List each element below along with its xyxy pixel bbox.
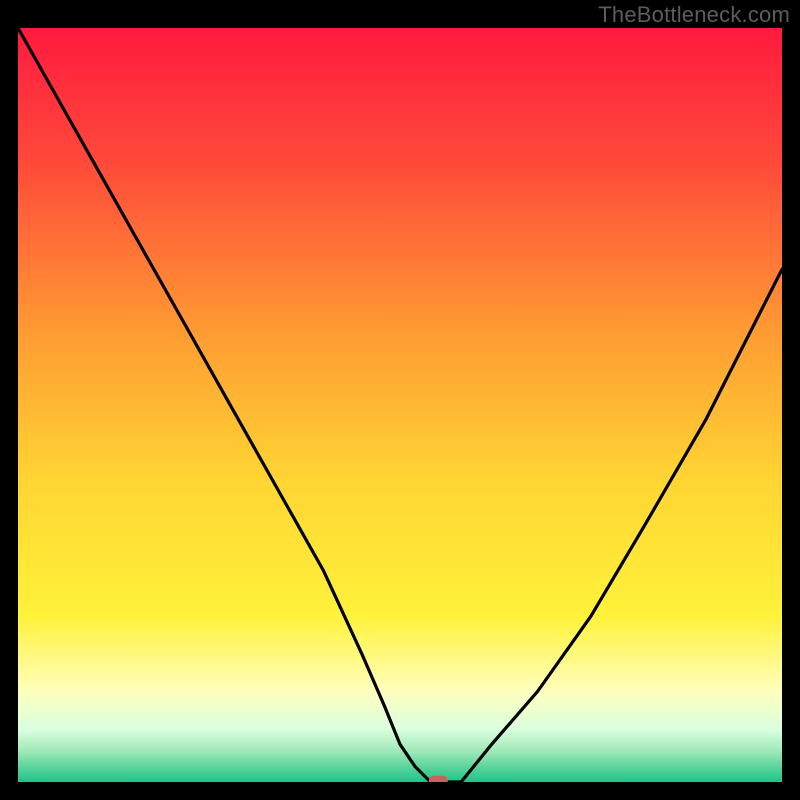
heat-background (18, 28, 782, 782)
watermark-text: TheBottleneck.com (598, 2, 790, 28)
optimal-marker (429, 776, 448, 782)
chart-svg (18, 28, 782, 782)
chart-frame: TheBottleneck.com (0, 0, 800, 800)
plot-area (18, 28, 782, 782)
